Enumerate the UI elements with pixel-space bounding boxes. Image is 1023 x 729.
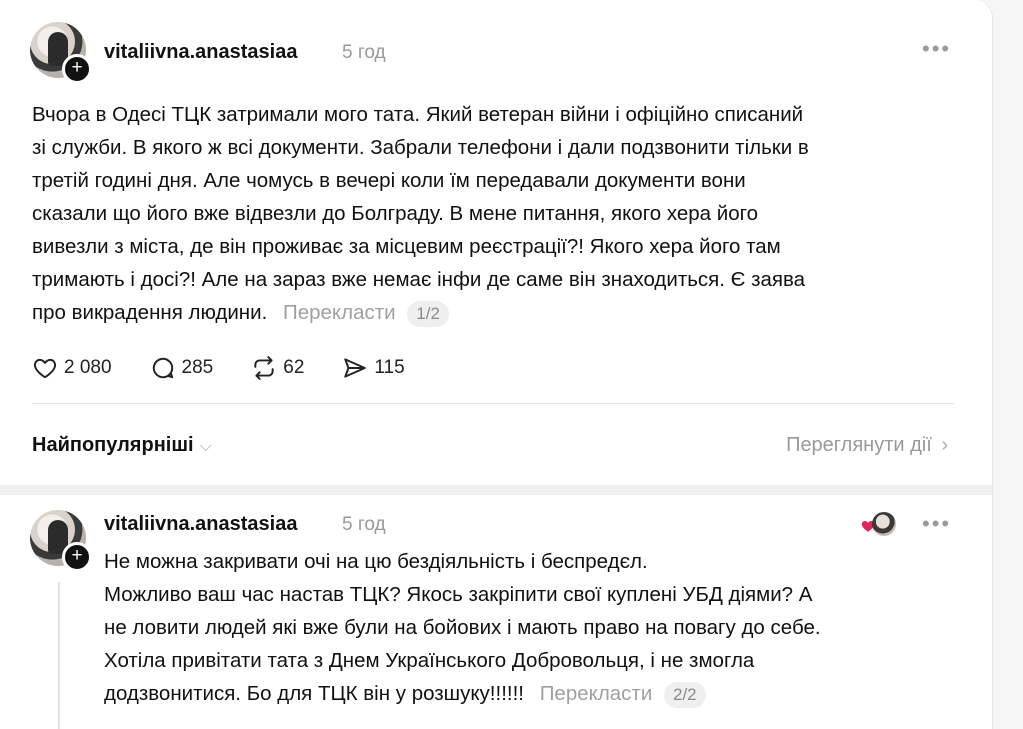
avatar (872, 512, 896, 536)
post-line: про викрадення людини. (32, 301, 268, 324)
chevron-down-icon: ⌵ (199, 438, 212, 455)
page-indicator: 2/2 (663, 682, 706, 708)
thread-card: + vitaliivna.anastasiaa 5 год ••• Вчора … (0, 0, 993, 729)
author-liked-badge (860, 510, 900, 536)
view-activity-link[interactable]: Переглянути дії › (786, 434, 948, 457)
post-username[interactable]: vitaliivna.anastasiaa (104, 41, 297, 64)
more-icon[interactable]: ••• (922, 36, 951, 62)
share-button[interactable]: 115 (342, 355, 405, 381)
reply-line: Можливо ваш час настав ТЦК? Якось закріп… (104, 583, 813, 606)
post-actions: 2 080 285 62 115 (32, 355, 443, 381)
post-line: тримають і досі?! Але на зараз вже немає… (32, 268, 806, 291)
view-activity-label: Переглянути дії (786, 434, 932, 456)
more-icon[interactable]: ••• (922, 511, 951, 537)
reply-line: Не можна закривати очі на цю бездіяльніс… (104, 550, 648, 573)
like-button[interactable]: 2 080 (32, 355, 112, 381)
share-count: 115 (374, 357, 405, 378)
reply-line: Хотіла привітати тата з Днем Українськог… (104, 649, 755, 672)
post-line-last: про викрадення людини. Перекласти 1/2 (32, 296, 972, 329)
repost-button[interactable]: 62 (251, 355, 304, 381)
reply-username[interactable]: vitaliivna.anastasiaa (104, 513, 297, 536)
translate-link[interactable]: Перекласти (283, 301, 396, 324)
post-body: Вчора в Одесі ТЦК затримали мого тата. Я… (32, 98, 972, 329)
translate-link[interactable]: Перекласти (540, 682, 653, 705)
comment-icon (152, 357, 173, 379)
reply-time: 5 год (342, 514, 386, 535)
post-line: третій годині дня. Але чомусь в вечері к… (32, 169, 746, 192)
thread-line (58, 582, 60, 729)
like-count: 2 080 (64, 357, 112, 378)
reply-avatar[interactable]: + (30, 510, 92, 572)
reply-line: додзвонитися. Бо для ТЦК він у розшуку!!… (104, 682, 524, 705)
reply-line-last: додзвонитися. Бо для ТЦК він у розшуку!!… (104, 677, 974, 710)
send-icon (344, 358, 367, 378)
repost-icon (254, 356, 274, 380)
post-line: Вчора в Одесі ТЦК затримали мого тата. Я… (32, 103, 804, 126)
repost-count: 62 (283, 357, 305, 378)
heart-icon (33, 358, 57, 379)
chevron-right-icon: › (941, 434, 948, 456)
post-line: сказали що його вже відвезли до Болграду… (32, 202, 759, 225)
divider (32, 403, 954, 404)
page-indicator: 1/2 (407, 301, 449, 327)
post-line: зі служби. В якого ж всі документи. Забр… (32, 136, 809, 159)
reply-button[interactable]: 285 (150, 355, 214, 381)
reply-count: 285 (181, 357, 214, 378)
avatar[interactable]: + (30, 22, 92, 84)
sort-dropdown[interactable]: Найпопулярніші ⌵ (32, 434, 212, 457)
follow-plus-icon[interactable]: + (62, 542, 92, 572)
reply-line: не ловити людей які вже були на бойових … (104, 616, 821, 639)
section-separator (0, 485, 992, 495)
follow-plus-icon[interactable]: + (62, 54, 92, 84)
sort-label: Найпопулярніші (32, 434, 194, 456)
reply-body: Не можна закривати очі на цю бездіяльніс… (104, 545, 974, 710)
post-line: вивезли з міста, де він проживає за місц… (32, 235, 781, 258)
post-time: 5 год (342, 42, 386, 63)
